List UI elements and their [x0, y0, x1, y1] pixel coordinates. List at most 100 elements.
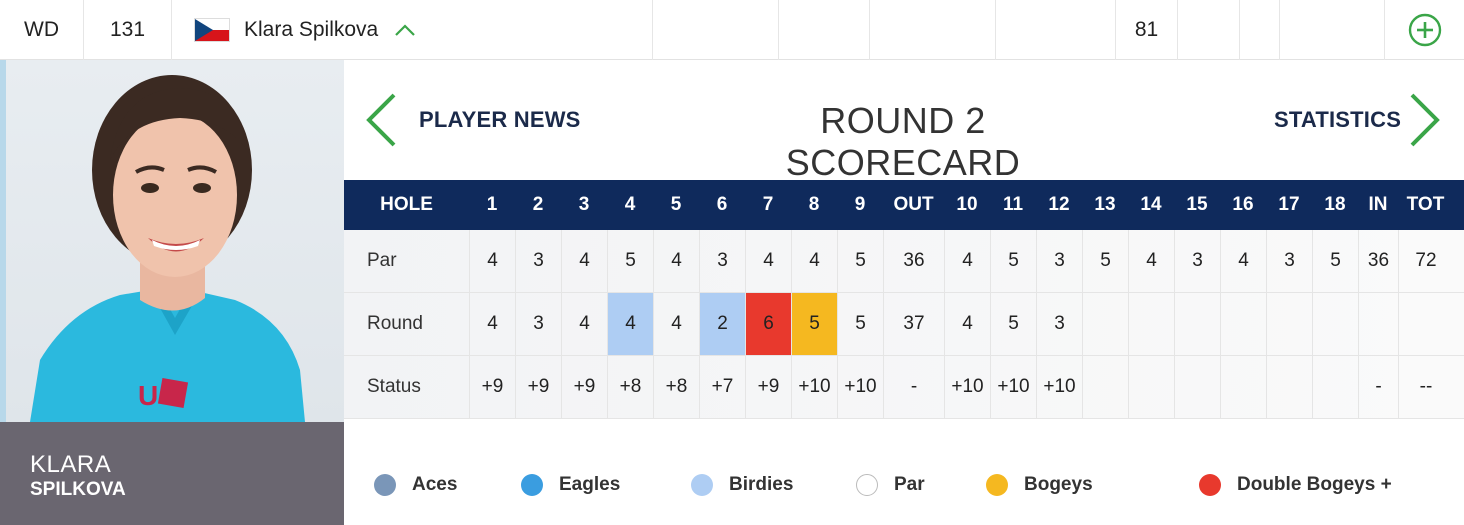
hole-header-cell: TOT: [1406, 194, 1445, 215]
score-cell: -: [883, 356, 944, 418]
score-cell: 4: [944, 293, 990, 355]
hole-header-cell: 4: [624, 194, 636, 215]
legend-item: Par: [856, 474, 925, 496]
add-player-cell[interactable]: [1385, 0, 1464, 60]
player-name-cell[interactable]: Klara Spilkova: [172, 0, 653, 60]
legend-dot-icon: [856, 474, 878, 496]
legend-label: Eagles: [559, 474, 621, 495]
scorecard-title: ROUND 2 SCORECARD: [785, 100, 1021, 183]
score-cell: 4: [561, 293, 607, 355]
scorecard-header: HOLE 1 2 3 4 5 6 7 8 9 OUT 10 11 12 13 14 15 16 17 18 IN TOT: [344, 180, 1464, 230]
score-cell: 5: [990, 230, 1036, 292]
legend-label: Birdies: [729, 474, 794, 495]
score-cell: [1082, 293, 1128, 355]
score-cell: 3: [515, 230, 561, 292]
hole-header-cell: 11: [1002, 194, 1024, 215]
score-cell: +10: [837, 356, 883, 418]
empty-cell: [779, 0, 870, 60]
table-row: Par 4 3 4 5 4 3 4 4 5 36 4 5 3 5 4 3 4 3 5 36 72: [344, 230, 1464, 293]
hole-header-cell: 8: [808, 194, 820, 215]
score-cell: -: [1358, 356, 1398, 418]
legend-item: Aces: [374, 474, 457, 496]
empty-cell: [996, 0, 1116, 60]
statistics-link[interactable]: STATISTICS: [1274, 107, 1401, 133]
score-cell: 5: [607, 230, 653, 292]
hole-header: HOLE: [380, 194, 433, 215]
empty-cell: [1240, 0, 1280, 60]
hole-header-cell: 9: [854, 194, 866, 215]
player-row[interactable]: WD 131 Klara Spilkova 81: [0, 0, 1464, 60]
score-cell: 3: [1036, 230, 1082, 292]
legend-label: Bogeys: [1024, 474, 1093, 495]
hole-header-cell: 3: [578, 194, 590, 215]
chevron-left-icon[interactable]: [364, 92, 398, 148]
score-cell: 4: [791, 230, 837, 292]
status-cell: WD: [0, 0, 84, 60]
score-cell: +9: [515, 356, 561, 418]
score-cell: 6: [745, 293, 791, 355]
score-cell: 3: [515, 293, 561, 355]
score-cell: +9: [469, 356, 515, 418]
score-cell: 2: [699, 293, 745, 355]
score-cell: +10: [1036, 356, 1082, 418]
score-cell: 4: [653, 230, 699, 292]
hole-header-cell: 6: [716, 194, 728, 215]
hole-header-cell: 12: [1048, 194, 1070, 215]
legend-dot-icon: [1199, 474, 1221, 496]
score-cell: 4: [607, 293, 653, 355]
chevron-up-icon[interactable]: [394, 23, 416, 37]
score-cell: 4: [1128, 230, 1174, 292]
player-portrait-image: U: [0, 60, 305, 422]
table-row: Round 4 3 4 4 4 2 6 5 5 37 4 5 3: [344, 293, 1464, 356]
player-name: Klara Spilkova: [244, 18, 379, 41]
legend-dot-icon: [691, 474, 713, 496]
hole-header-cell: IN: [1368, 194, 1388, 215]
hole-header-cell: 10: [956, 194, 978, 215]
score-cell: 4: [1220, 230, 1266, 292]
legend-dot-icon: [986, 474, 1008, 496]
score-cell: [1128, 293, 1174, 355]
score-cell: 4: [561, 230, 607, 292]
player-name-panel: KLARA SPILKOVA: [0, 422, 344, 525]
hole-header-cell: OUT: [893, 194, 934, 215]
score-cell: [1266, 293, 1312, 355]
row-label: Status: [367, 376, 421, 397]
score-cell: 5: [791, 293, 837, 355]
hole-header-cell: 2: [532, 194, 544, 215]
score-cell: [1358, 293, 1398, 355]
empty-cell: [1178, 0, 1240, 60]
legend-label: Par: [894, 474, 925, 495]
score-cell: [1128, 356, 1174, 418]
hole-header-cell: 7: [762, 194, 774, 215]
scorecard-table: HOLE 1 2 3 4 5 6 7 8 9 OUT 10 11 12 13 14 15 16 17 18 IN TOT …: [344, 180, 1464, 419]
empty-cell: [653, 0, 779, 60]
score-cell: +10: [791, 356, 837, 418]
score-cell: 72: [1398, 230, 1453, 292]
score-cell: +9: [561, 356, 607, 418]
score-cell: [1220, 356, 1266, 418]
empty-cell: [870, 0, 996, 60]
player-news-link[interactable]: PLAYER NEWS: [419, 107, 581, 133]
total-cell: 81: [1116, 0, 1178, 60]
score-cell: [1312, 293, 1358, 355]
score-cell: [1174, 293, 1220, 355]
hole-header-cell: 17: [1278, 194, 1300, 215]
row-label: Par: [367, 250, 397, 271]
legend-item: Double Bogeys +: [1199, 474, 1392, 496]
score-cell: 4: [745, 230, 791, 292]
legend-dot-icon: [521, 474, 543, 496]
score-cell: 4: [944, 230, 990, 292]
score-cell: 37: [883, 293, 944, 355]
hole-header-cell: 16: [1232, 194, 1254, 215]
score-cell: +9: [745, 356, 791, 418]
score-cell: +10: [944, 356, 990, 418]
row-label: Round: [367, 313, 423, 334]
chevron-right-icon[interactable]: [1408, 92, 1442, 148]
legend-item: Bogeys: [986, 474, 1093, 496]
plus-circle-icon[interactable]: [1408, 13, 1442, 47]
score-cell: +10: [990, 356, 1036, 418]
score-cell: [1220, 293, 1266, 355]
scorecard-body: Par 4 3 4 5 4 3 4 4 5 36 4 5 3 5 4 3 4 3 5 36 72 Round 4 3 4 4 4 2 6 5…: [344, 230, 1464, 419]
score-cell: 5: [837, 293, 883, 355]
score-cell: [1312, 356, 1358, 418]
